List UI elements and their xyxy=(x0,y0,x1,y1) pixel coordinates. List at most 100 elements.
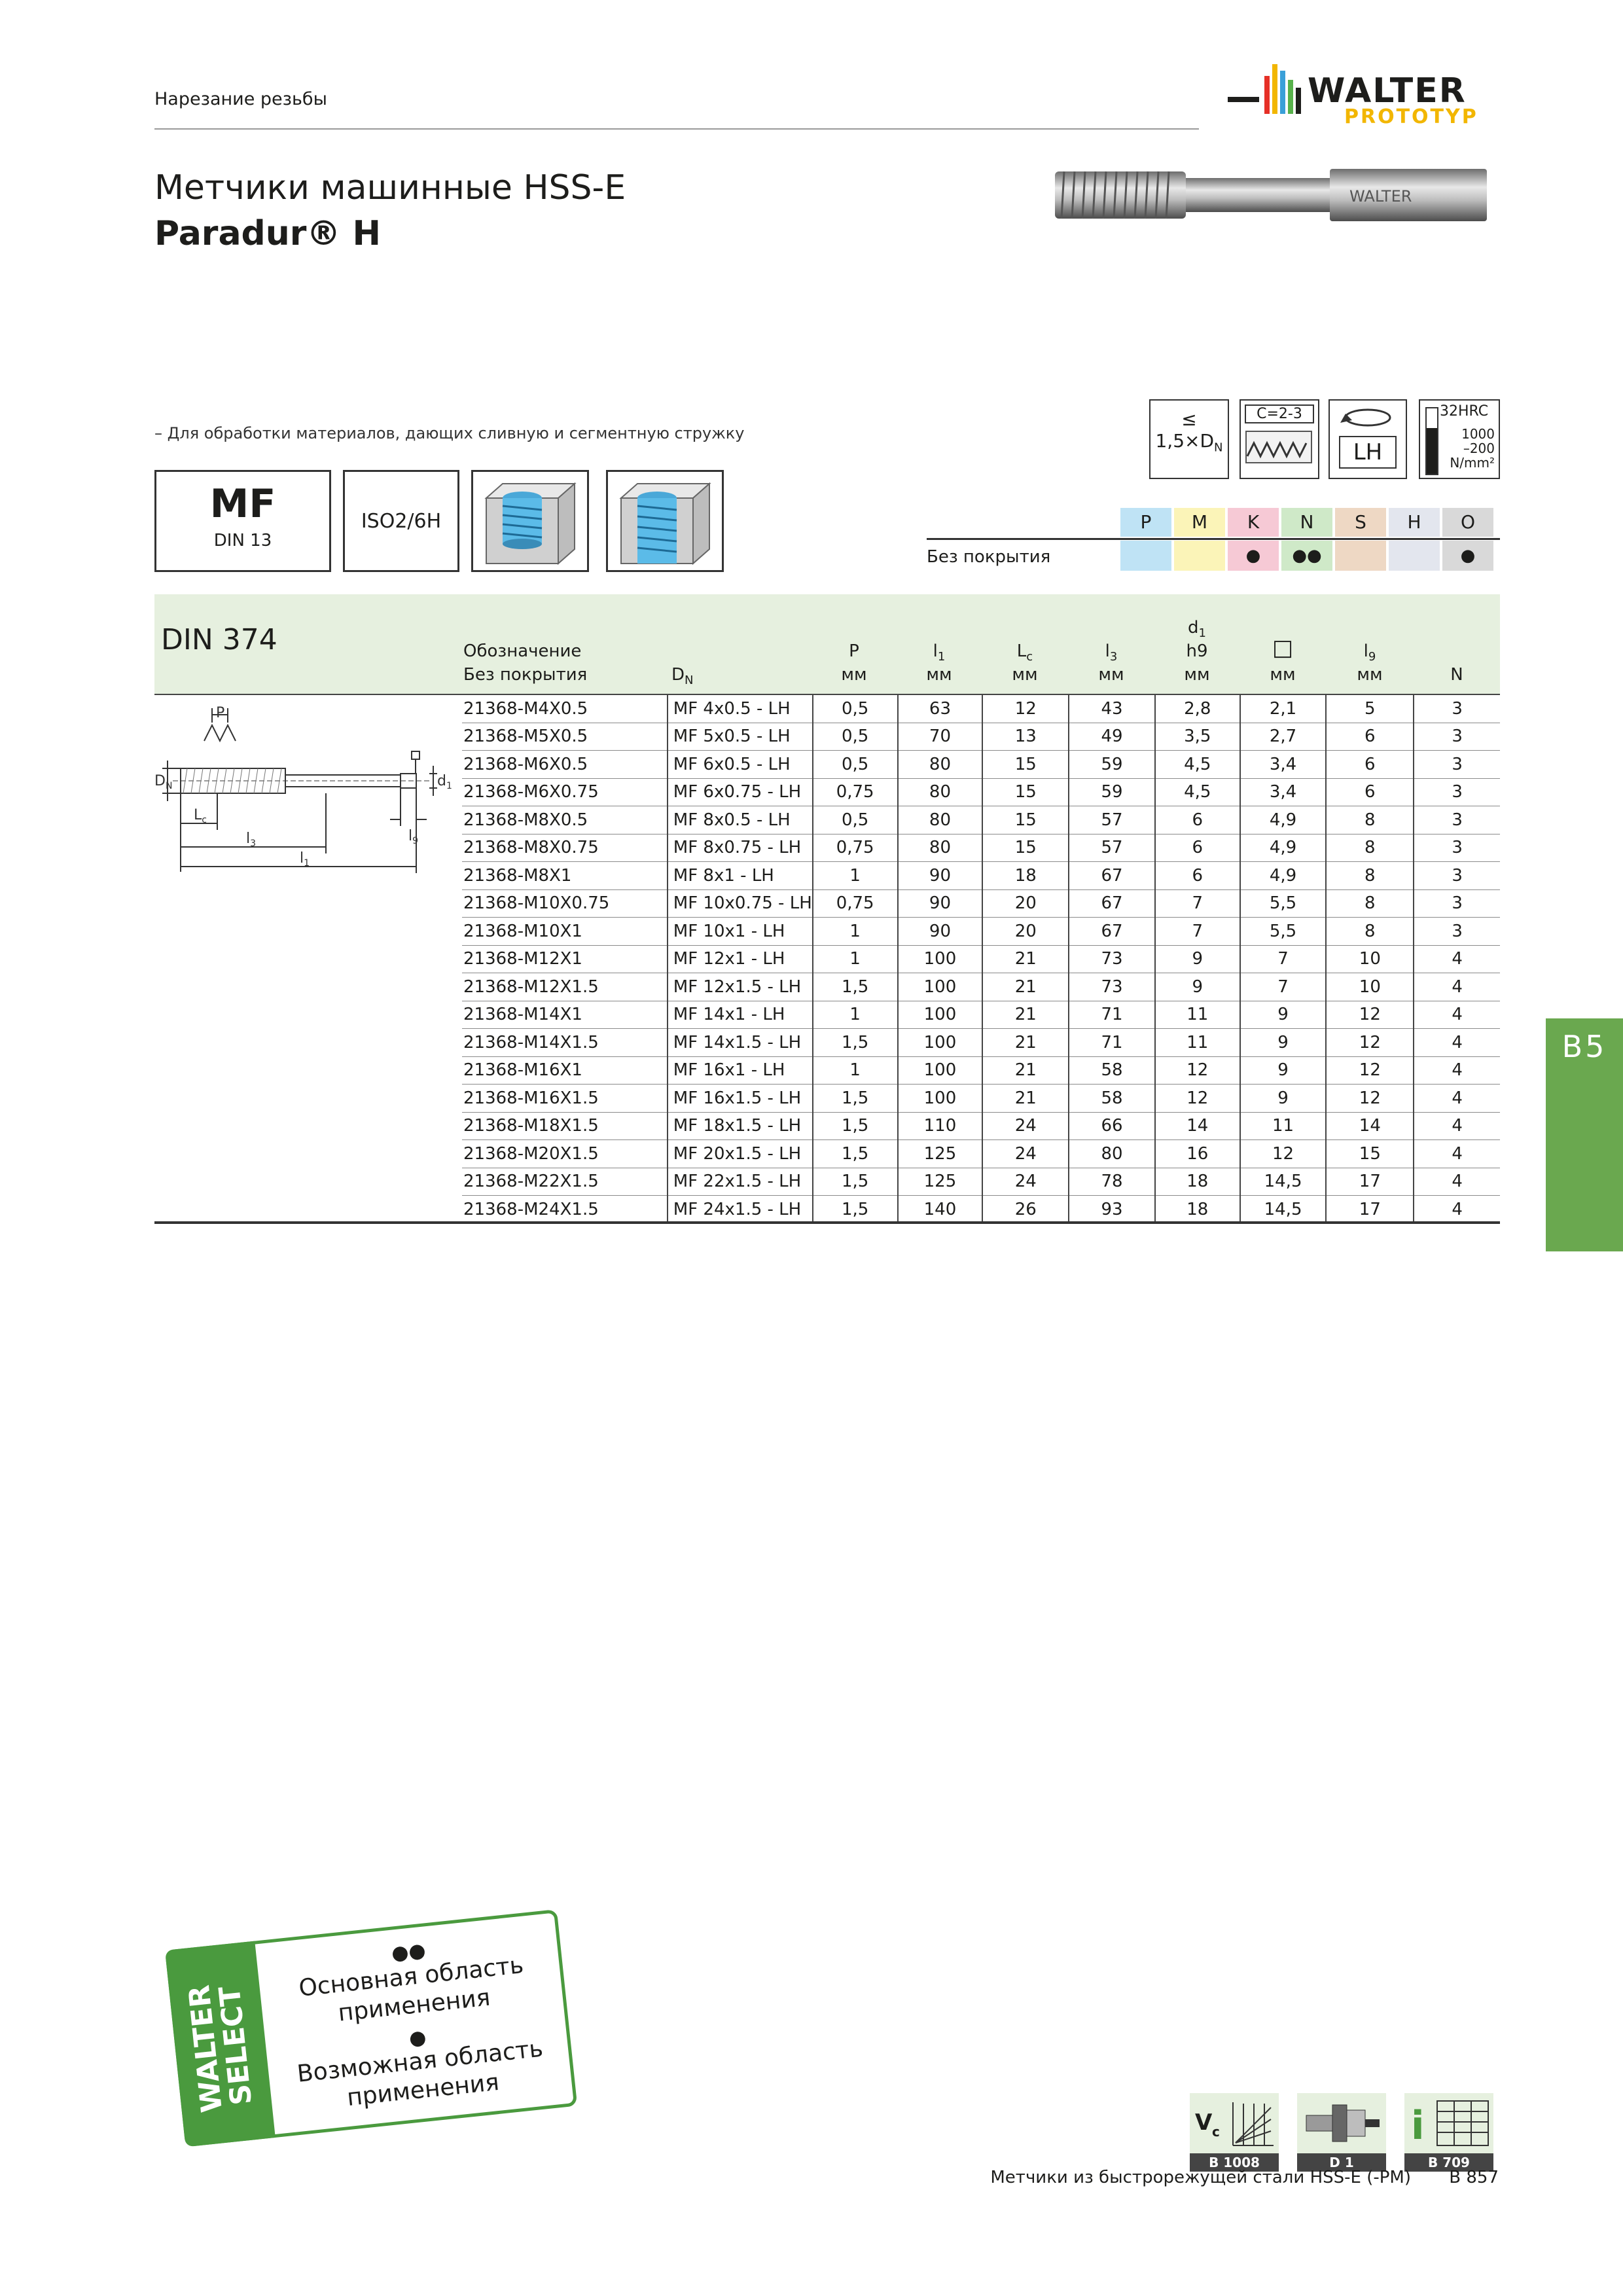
table-row: 21368-M22X1.5 MF 22x1.5 - LH 1,5 125 24 78 18 1… xyxy=(462,1168,1500,1196)
suitability-k: ● xyxy=(1228,541,1279,571)
pitch-label: P xyxy=(216,705,224,721)
table-cell: 11 xyxy=(1154,1028,1240,1057)
table-cell: 67 xyxy=(1068,889,1155,918)
table-cell: 4,9 xyxy=(1239,861,1327,890)
table-row: 21368-M18X1.5 MF 18x1.5 - LH 1,5 110 24 66 14 1… xyxy=(462,1112,1500,1140)
article-number: 21368-M14X1.5 xyxy=(462,1028,668,1057)
table-cell: 24 xyxy=(982,1168,1069,1196)
tool-holder-icon[interactable]: D 1 xyxy=(1297,2093,1386,2172)
table-cell: 80 xyxy=(897,750,983,779)
table-cell: 12 xyxy=(1325,1028,1414,1057)
table-cell: 14 xyxy=(1154,1112,1240,1140)
table-cell: 1 xyxy=(812,945,898,973)
article-number: 21368-M4X0.5 xyxy=(462,695,668,723)
article-number: 21368-M6X0.5 xyxy=(462,750,668,779)
table-cell: 8 xyxy=(1325,861,1414,890)
table-cell: 12 xyxy=(1154,1056,1240,1085)
table-cell: 4 xyxy=(1413,1168,1500,1196)
article-number: 21368-M14X1 xyxy=(462,1001,668,1029)
table-cell: 5,5 xyxy=(1239,889,1327,918)
table-cell: 100 xyxy=(897,1001,983,1029)
table-cell: 3 xyxy=(1413,917,1500,946)
col-dn-header: DN xyxy=(671,665,694,688)
table-cell: 70 xyxy=(897,723,983,751)
table-cell: MF 22x1.5 - LH xyxy=(666,1168,813,1196)
table-row: 21368-M5X0.5 MF 5x0.5 - LH 0,5 70 13 49 3,5 2,7… xyxy=(462,723,1500,751)
chapter-tab[interactable]: B5 xyxy=(1546,1018,1623,1251)
through-hole-icon xyxy=(606,470,724,572)
table-cell: 4,9 xyxy=(1239,806,1327,834)
table-cell: 10 xyxy=(1325,973,1414,1001)
table-cell: 11 xyxy=(1154,1001,1240,1029)
col-l9-unit: мм xyxy=(1357,665,1383,685)
table-row: 21368-M14X1 MF 14x1 - LH 1 100 21 71 11 9 12 4 xyxy=(462,1001,1500,1029)
footer-text: Метчики из быстрорежущей стали HSS-E (-P… xyxy=(990,2168,1411,2187)
table-cell: 21 xyxy=(982,945,1069,973)
table-cell: MF 12x1 - LH xyxy=(666,945,813,973)
depth-icon: ≤ 1,5×DN xyxy=(1149,399,1229,479)
table-row: 21368-M8X0.5 MF 8x0.5 - LH 0,5 80 15 57 6 4,9 8 3 xyxy=(462,806,1500,834)
material-group-s: S xyxy=(1335,508,1386,537)
product-subtitle: Paradur® H xyxy=(154,214,382,253)
table-cell: 9 xyxy=(1239,1028,1327,1057)
table-cell: 5,5 xyxy=(1239,917,1327,946)
table-cell: 90 xyxy=(897,917,983,946)
svg-text:V: V xyxy=(1195,2109,1213,2136)
hardness-top: 32HRC xyxy=(1440,403,1489,420)
article-number: 21368-M16X1 xyxy=(462,1056,668,1085)
table-cell: MF 18x1.5 - LH xyxy=(666,1112,813,1140)
standard-label: DIN 374 xyxy=(161,623,277,656)
table-cell: 21 xyxy=(982,973,1069,1001)
table-cell: 6 xyxy=(1154,861,1240,890)
table-row: 21368-M6X0.5 MF 6x0.5 - LH 0,5 80 15 59 4,5 3,4… xyxy=(462,750,1500,779)
hardness-icon: 32HRC 1000 –200 N/mm² xyxy=(1419,399,1500,479)
info-table-icon[interactable]: i B 709 xyxy=(1404,2093,1493,2172)
table-cell: 16 xyxy=(1154,1139,1240,1168)
chapter-tab-label: B5 xyxy=(1561,1029,1607,1064)
table-cell: MF 10x0.75 - LH xyxy=(666,889,813,918)
table-cell: 90 xyxy=(897,861,983,890)
table-cell: 15 xyxy=(1325,1139,1414,1168)
col-designation-sub: Без покрытия xyxy=(463,665,588,685)
table-cell: MF 6x0.5 - LH xyxy=(666,750,813,779)
tolerance-box: ISO2/6H xyxy=(343,470,459,572)
coating-label: Без покрытия xyxy=(927,547,1051,567)
table-cell: MF 8x1 - LH xyxy=(666,861,813,890)
table-cell: 12 xyxy=(1325,1084,1414,1113)
table-cell: 3,4 xyxy=(1239,750,1327,779)
table-cell: 1 xyxy=(812,1056,898,1085)
page-number: B 857 xyxy=(1449,2168,1499,2187)
header-rule xyxy=(154,128,1199,130)
article-number: 21368-M8X1 xyxy=(462,861,668,890)
direction-label: LH xyxy=(1339,436,1397,469)
hardness-gauge xyxy=(1425,407,1438,475)
table-cell: MF 16x1 - LH xyxy=(666,1056,813,1085)
table-cell: 100 xyxy=(897,973,983,1001)
table-cell: MF 20x1.5 - LH xyxy=(666,1139,813,1168)
material-rule xyxy=(927,538,1500,540)
logo-brand-bottom: PROTOTYP xyxy=(1344,105,1478,128)
l1-label: l1 xyxy=(300,850,310,869)
table-cell: 78 xyxy=(1068,1168,1155,1196)
table-cell: 73 xyxy=(1068,973,1155,1001)
table-cell: 100 xyxy=(897,1084,983,1113)
table-cell: 80 xyxy=(1068,1139,1155,1168)
table-cell: 59 xyxy=(1068,750,1155,779)
svg-text:i: i xyxy=(1411,2103,1425,2149)
table-cell: 3 xyxy=(1413,723,1500,751)
material-group-k: K xyxy=(1228,508,1279,537)
col-designation-header: Обозначение xyxy=(463,641,582,661)
table-cell: 67 xyxy=(1068,917,1155,946)
thread-norm: DIN 13 xyxy=(213,531,272,550)
table-cell: 3 xyxy=(1413,806,1500,834)
table-cell: 57 xyxy=(1068,806,1155,834)
cutting-speed-chart-icon[interactable]: V c B 1008 xyxy=(1190,2093,1279,2172)
table-cell: 9 xyxy=(1239,1056,1327,1085)
table-cell: 2,7 xyxy=(1239,723,1327,751)
table-cell: 3 xyxy=(1413,889,1500,918)
table-cell: 4 xyxy=(1413,1195,1500,1224)
table-cell: 1,5 xyxy=(812,1112,898,1140)
table-row: 21368-M8X1 MF 8x1 - LH 1 90 18 67 6 4,9 8 3 xyxy=(462,861,1500,890)
table-cell: 20 xyxy=(982,889,1069,918)
table-cell: 0,75 xyxy=(812,889,898,918)
